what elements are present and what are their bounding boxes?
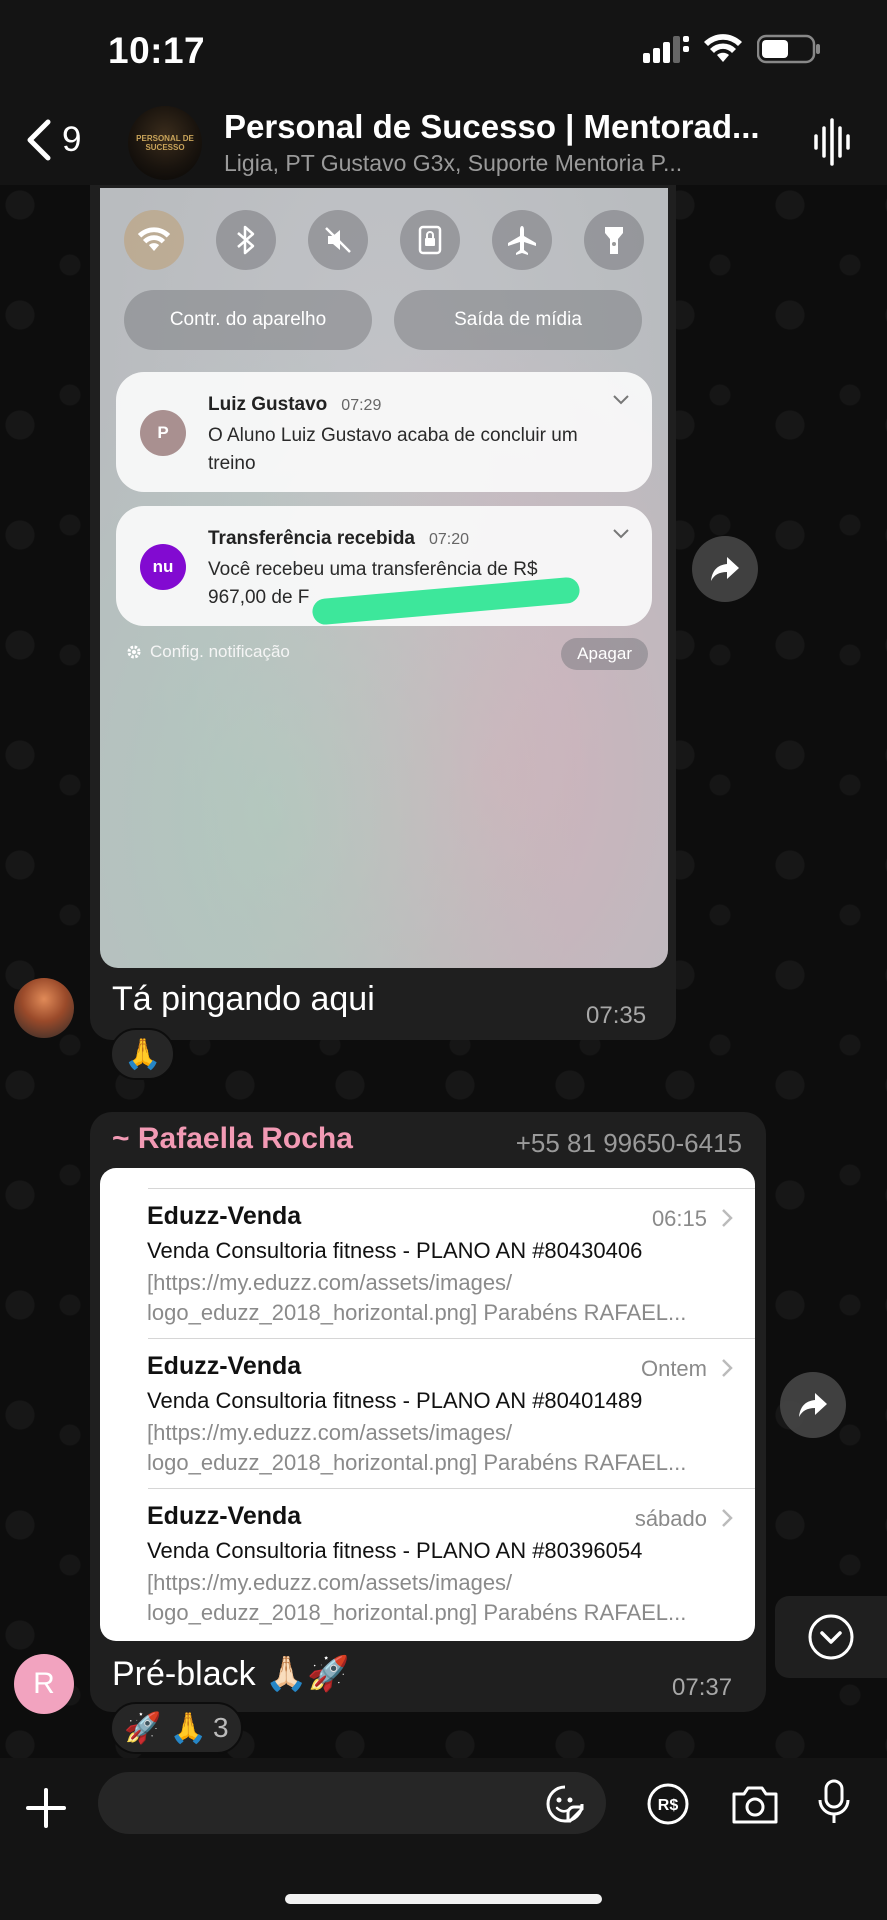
notification-app-icon: P (140, 410, 186, 456)
email-sender: Eduzz-Venda (147, 1352, 302, 1380)
gear-icon (127, 645, 141, 659)
qs-airplane (492, 210, 552, 270)
email-preview: [https://my.eduzz.com/assets/images/ log… (147, 1420, 687, 1475)
divider (148, 1338, 755, 1339)
pill-media-output: Saída de mídia (394, 290, 642, 350)
status-bar: 10:17 (0, 0, 887, 100)
forward-arrow-icon (711, 557, 739, 581)
qs-flashlight (584, 210, 644, 270)
reaction-count: 3 (213, 1712, 229, 1743)
svg-text:R$: R$ (658, 1797, 679, 1814)
email-date: sábado (634, 1506, 707, 1531)
flashlight-icon (605, 227, 623, 254)
forward-button[interactable] (692, 536, 758, 602)
microphone-icon[interactable] (816, 1778, 852, 1826)
qs-rotation-lock (400, 210, 460, 270)
home-indicator[interactable] (285, 1894, 602, 1904)
camera-icon[interactable] (730, 1782, 780, 1826)
quick-settings-row (124, 210, 644, 270)
nubank-icon: nu (140, 544, 186, 590)
cellular-signal-icon (643, 36, 689, 63)
sender-avatar-photo[interactable] (14, 978, 74, 1038)
group-members[interactable]: Ligia, PT Gustavo G3x, Suporte Mentoria … (224, 150, 682, 177)
input-bar: R$ (0, 1758, 887, 1920)
plus-icon[interactable] (24, 1786, 68, 1830)
email-subject: Venda Consultoria fitness - PLANO AN #80… (147, 1388, 643, 1413)
notification-nubank: nu Transferência recebida 07:20 Você rece… (116, 506, 652, 626)
notification-settings: Config. notificação (126, 642, 290, 662)
notification-luiz-gustavo: P Luiz Gustavo 07:29 O Aluno Luiz Gustavo… (116, 372, 652, 492)
chevron-down-icon (613, 395, 629, 405)
screenshot-image[interactable]: Contr. do aparelho Saída de mídia P Luiz… (100, 188, 668, 968)
email-preview: [https://my.eduzz.com/assets/images/ log… (147, 1570, 687, 1625)
bluetooth-icon (237, 225, 255, 255)
scroll-to-bottom-button[interactable] (775, 1596, 887, 1678)
group-title[interactable]: Personal de Sucesso | Mentorad... (224, 108, 760, 146)
voice-chat-icon[interactable] (813, 118, 853, 166)
message-text: Tá pingando aqui (112, 980, 375, 1018)
message-time: 07:37 (672, 1674, 733, 1701)
email-subject: Venda Consultoria fitness - PLANO AN #80… (147, 1538, 643, 1563)
pix-payment-button[interactable]: R$ (646, 1782, 690, 1831)
qs-wifi (124, 210, 184, 270)
notification-title: Transferência recebida (208, 528, 415, 549)
message-reaction[interactable]: 🙏 (110, 1028, 176, 1080)
notification-time: 07:29 (341, 397, 382, 414)
notification-body: O Aluno Luiz Gustavo acaba de concluir u… (208, 425, 578, 474)
email-item: Eduzz-Venda 06:15 Venda Consultoria fitn… (100, 1188, 755, 1338)
unread-count: 9 (62, 120, 82, 159)
mute-icon (325, 227, 351, 253)
email-date: Ontem (640, 1356, 707, 1381)
sender-name[interactable]: ~ Rafaella Rocha (112, 1122, 353, 1156)
payment-icon: R$ (647, 1783, 689, 1825)
divider (148, 1188, 755, 1189)
email-item: Eduzz-Venda Ontem Venda Consultoria fitn… (100, 1338, 755, 1488)
divider (148, 1488, 755, 1489)
qs-mute (308, 210, 368, 270)
chevron-down-circle-icon (808, 1614, 854, 1660)
email-subject: Venda Consultoria fitness - PLANO AN #80… (147, 1238, 643, 1263)
message-input[interactable] (98, 1772, 606, 1834)
back-button[interactable]: 9 (24, 118, 81, 162)
email-preview: [https://my.eduzz.com/assets/images/ log… (147, 1270, 687, 1325)
sticker-icon[interactable] (546, 1785, 584, 1823)
forward-button[interactable] (780, 1372, 846, 1438)
message-time: 07:35 (586, 1002, 647, 1029)
chat-header: 9 PERSONAL DE SUCESSO Personal de Sucess… (0, 100, 887, 188)
airplane-icon (508, 226, 536, 255)
forward-arrow-icon (799, 1393, 827, 1417)
notification-title: Luiz Gustavo (208, 394, 328, 415)
email-sender: Eduzz-Venda (147, 1502, 302, 1530)
chevron-right-icon (722, 1509, 733, 1527)
pill-device-control: Contr. do aparelho (124, 290, 372, 350)
message-reactions[interactable]: 🚀 🙏 3 (110, 1702, 243, 1754)
email-sender: Eduzz-Venda (147, 1202, 302, 1230)
qs-bluetooth (216, 210, 276, 270)
status-icons (643, 34, 821, 64)
message-text: Pré-black 🙏🏻🚀 (112, 1655, 350, 1693)
chevron-right-icon (722, 1359, 733, 1377)
group-avatar[interactable]: PERSONAL DE SUCESSO (128, 106, 202, 180)
wifi-icon (137, 227, 171, 252)
email-item: Eduzz-Venda sábado Venda Consultoria fit… (100, 1488, 755, 1638)
lock-icon (418, 225, 442, 255)
chevron-left-icon (27, 119, 51, 161)
email-date: 06:15 (651, 1206, 707, 1231)
sender-avatar-initial[interactable]: R (14, 1654, 74, 1714)
chevron-right-icon (722, 1209, 733, 1227)
sender-phone[interactable]: +55 81 99650-6415 (516, 1128, 742, 1159)
status-time: 10:17 (108, 30, 206, 71)
battery-icon (757, 34, 820, 64)
notification-time: 07:20 (429, 531, 470, 548)
clear-notifications-button: Apagar (561, 638, 648, 670)
chevron-down-icon (613, 529, 629, 539)
email-list-image[interactable]: Eduzz-Venda 06:15 Venda Consultoria fitn… (100, 1168, 755, 1641)
wifi-icon (704, 34, 742, 62)
